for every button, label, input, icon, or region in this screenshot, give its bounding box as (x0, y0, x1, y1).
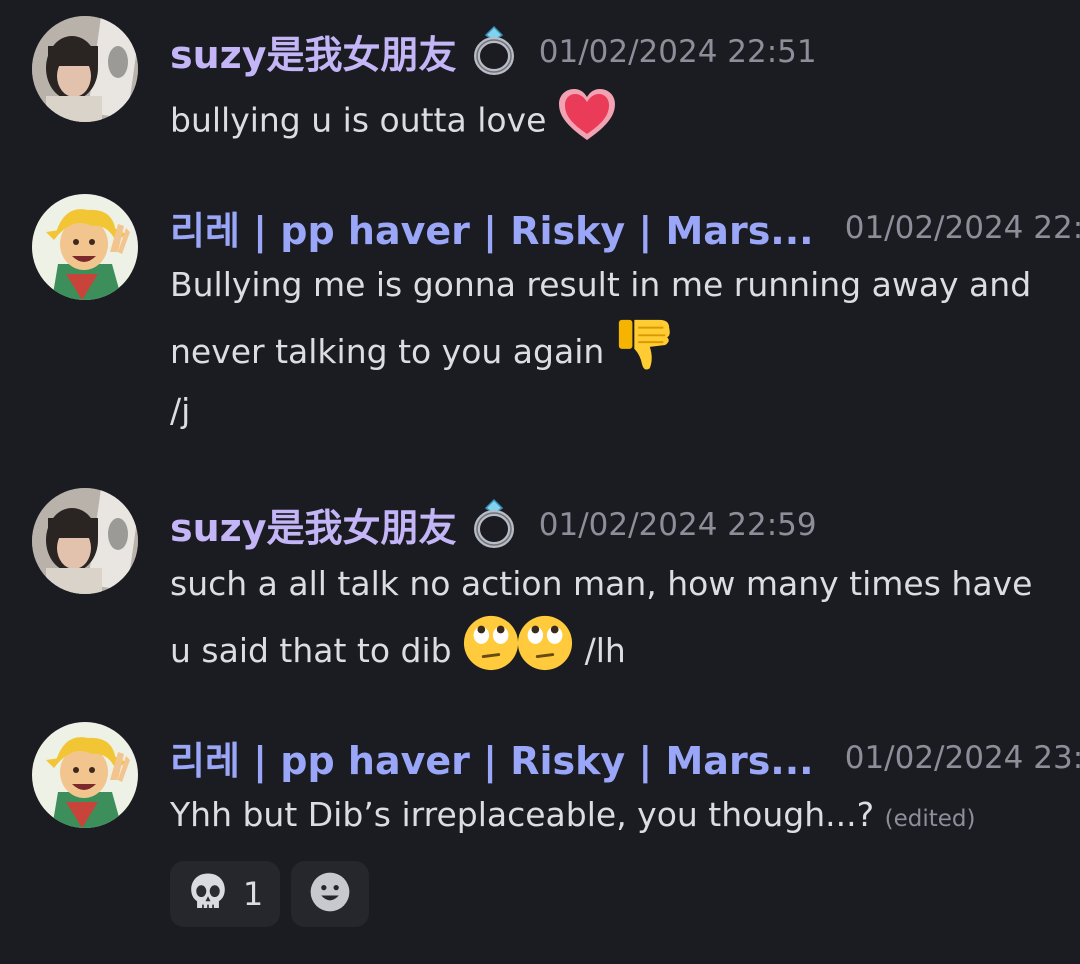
username[interactable]: suzy是我女朋友 (170, 497, 457, 552)
ring-icon (472, 25, 516, 79)
username[interactable]: suzy是我女朋友 (170, 24, 457, 79)
thumbs-down-emoji (615, 316, 673, 391)
message-text-line: u said that to dib (170, 631, 452, 670)
username[interactable]: 리레 | pp haver | Risky | Mars... (170, 200, 814, 255)
avatar[interactable] (32, 194, 138, 300)
message-text-line: /j (170, 391, 191, 430)
message-text-line: Bullying me is gonna result in me runnin… (170, 265, 1032, 304)
message-text-line: bullying u is outta love (170, 100, 547, 140)
message-header: 리레 | pp haver | Risky | Mars... 01/02/20… (170, 730, 1080, 786)
heart-emoji (557, 88, 617, 156)
message-text: never talking to you again (170, 316, 673, 372)
message-text-line: never talking to you again (170, 332, 605, 371)
message-text: bullying u is outta love (170, 88, 617, 138)
avatar[interactable] (32, 488, 138, 594)
timestamp: 01/02/2024 22:51 (538, 33, 817, 70)
message-text-line: Yhh but Dib’s irreplaceable, you though.… (170, 795, 875, 834)
eye-roll-emoji (462, 614, 520, 691)
timestamp: 01/02/2024 22:52 (844, 209, 1080, 246)
timestamp: 01/02/2024 22:59 (538, 506, 817, 543)
message-header: suzy是我女朋友 01/02/2024 22:59 (170, 497, 817, 553)
username[interactable]: 리레 | pp haver | Risky | Mars... (170, 730, 814, 785)
timestamp: 01/02/2024 23:01 (844, 739, 1080, 776)
message-header: suzy是我女朋友 01/02/2024 22:51 (170, 24, 817, 80)
avatar[interactable] (32, 722, 138, 828)
add-reaction-button[interactable] (291, 861, 369, 927)
message-text: u said that to dib /lh (170, 614, 626, 674)
add-reaction-icon (308, 870, 352, 918)
reaction-skull[interactable]: 1 (170, 861, 280, 927)
reaction-count: 1 (242, 875, 264, 913)
message-text: Yhh but Dib’s irreplaceable, you though.… (170, 792, 975, 838)
eye-roll-emoji (516, 614, 574, 691)
skull-emoji (187, 871, 229, 917)
message-text-line: /lh (584, 631, 626, 670)
message-text-line: such a all talk no action man, how many … (170, 564, 1033, 603)
message-header: 리레 | pp haver | Risky | Mars... 01/02/20… (170, 200, 1080, 256)
ring-icon (472, 498, 516, 552)
edited-label: (edited) (884, 806, 976, 832)
avatar[interactable] (32, 16, 138, 122)
